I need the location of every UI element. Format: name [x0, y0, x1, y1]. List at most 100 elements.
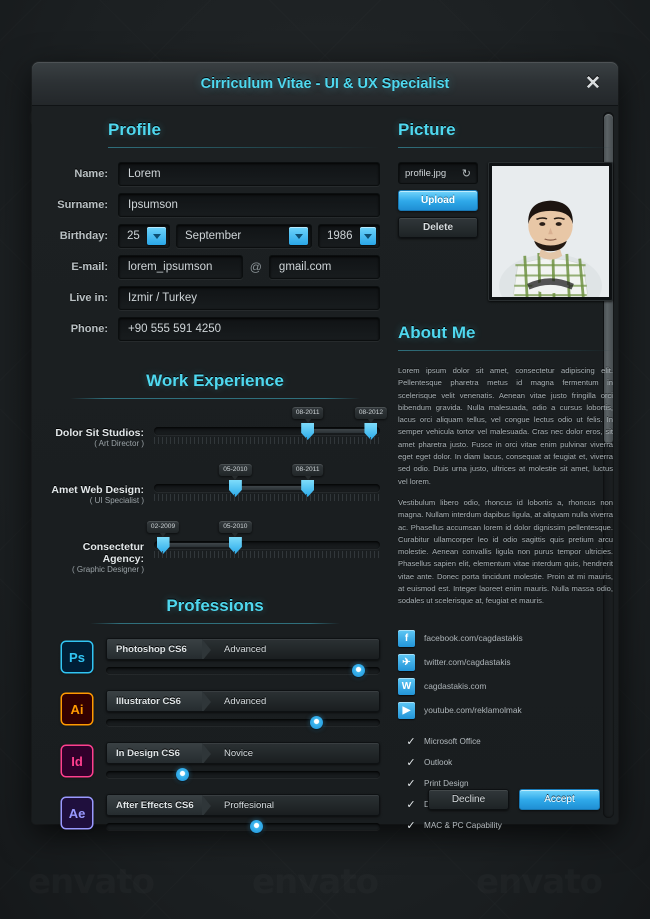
- profession-slider[interactable]: [106, 820, 380, 833]
- profession-slider-handle[interactable]: [351, 664, 365, 677]
- picture-controls: profile.jpg ↻ Upload Delete: [398, 162, 478, 301]
- filename-field[interactable]: profile.jpg ↻: [398, 162, 478, 184]
- youtube-icon[interactable]: ▶: [398, 701, 415, 719]
- twitter-icon[interactable]: ✈: [398, 653, 415, 671]
- social-link[interactable]: ✈ twitter.com/cagdastakis: [398, 653, 613, 671]
- phone-label: Phone:: [70, 323, 108, 335]
- footer-buttons: Decline Accept: [428, 789, 600, 810]
- divider: [398, 350, 613, 351]
- work-ruler: [154, 437, 380, 444]
- profession-slider[interactable]: [106, 716, 380, 729]
- profile-section: Profile Name: Lorem Surname: Ipsumson Bi…: [50, 120, 380, 341]
- profession-slider-handle[interactable]: [176, 768, 190, 781]
- window-titlebar: Cirriculum Vitae - UI & UX Specialist ✕: [32, 62, 618, 106]
- livein-input[interactable]: Izmir / Turkey: [118, 286, 380, 310]
- name-input[interactable]: Lorem: [118, 162, 380, 186]
- delete-button[interactable]: Delete: [398, 217, 478, 238]
- work-company: Amet Web Design:: [51, 484, 144, 496]
- birthday-label: Birthday:: [59, 230, 108, 242]
- background-watermark: envato: [252, 862, 378, 902]
- profile-photo-frame: [488, 162, 613, 301]
- birthday-month-select[interactable]: September: [176, 224, 312, 248]
- background-watermark: envato: [28, 862, 154, 902]
- work-row: Amet Web Design:( UI Specialist ) 05-2010…: [50, 464, 380, 505]
- work-start-tag: 02-2009: [146, 521, 180, 537]
- app-icon-abbr: Id: [71, 753, 83, 769]
- work-slider[interactable]: 08-2011 08-2012: [154, 407, 388, 444]
- close-icon[interactable]: ✕: [580, 71, 606, 97]
- field-row-phone: Phone: +90 555 591 4250: [50, 317, 380, 341]
- check-icon: ✓: [406, 777, 416, 790]
- about-section: About Me Lorem ipsum dolor sit amet, con…: [398, 323, 613, 608]
- profession-slider[interactable]: [106, 768, 380, 781]
- profession-bar: Photoshop CS6 Advanced: [106, 638, 380, 660]
- work-start-tag: 05-2010: [219, 464, 252, 480]
- skills-checklist: ✓ Microsoft Office ✓ Outlook ✓ Print Design ✓ D…: [398, 735, 613, 832]
- birthday-day-select[interactable]: 25: [118, 224, 170, 248]
- work-slider-track[interactable]: [154, 427, 380, 435]
- birthday-year-select[interactable]: 1986: [318, 224, 380, 248]
- profession-name: Photoshop CS6: [107, 639, 211, 659]
- work-rows: Dolor Sit Studios:( Art Director ) 08-201…: [50, 407, 388, 574]
- chevron-down-icon[interactable]: [289, 227, 308, 245]
- checklist-label: MAC & PC Capability: [424, 820, 502, 830]
- facebook-icon[interactable]: f: [398, 629, 415, 647]
- upload-button[interactable]: Upload: [398, 190, 478, 211]
- divider: [70, 398, 360, 399]
- work-experience-section: Work Experience Dolor Sit Studios:( Art …: [50, 371, 388, 574]
- work-end-tag: 08-2012: [354, 407, 388, 423]
- chevron-down-icon[interactable]: [147, 227, 166, 245]
- field-row-livein: Live in: Izmir / Turkey: [50, 286, 380, 310]
- profession-row: Ae After Effects CS6 Proffesional: [62, 794, 380, 833]
- professions-heading: Professions: [166, 596, 264, 615]
- work-role: ( Art Director ): [94, 439, 144, 448]
- background-watermark: envato: [476, 862, 602, 902]
- work-role: ( Graphic Designer ): [71, 565, 144, 574]
- work-slider-track[interactable]: [154, 541, 380, 549]
- about-heading: About Me: [398, 323, 476, 342]
- surname-input[interactable]: Ipsumson: [118, 193, 380, 217]
- profession-row: Ai Illustrator CS6 Advanced: [62, 690, 380, 729]
- checklist-item: ✓ Microsoft Office: [398, 735, 613, 748]
- chevron-down-icon[interactable]: [359, 227, 376, 245]
- profession-rows: Ps Photoshop CS6 Advanced Ai Illustrator CS6…: [50, 638, 380, 833]
- profession-slider-handle[interactable]: [250, 820, 264, 833]
- social-icon-glyph: ▶: [402, 704, 411, 716]
- divider: [398, 147, 613, 148]
- work-end-tag: 08-2011: [291, 464, 324, 480]
- work-slider[interactable]: 05-2010 08-2011: [154, 464, 380, 501]
- accept-button[interactable]: Accept: [519, 789, 600, 810]
- checklist-label: Print Design: [424, 778, 469, 788]
- surname-label: Surname:: [57, 199, 108, 211]
- wordpress-icon[interactable]: W: [398, 677, 415, 695]
- app-icon-abbr: Ai: [70, 701, 84, 717]
- social-link[interactable]: f facebook.com/cagdastakis: [398, 629, 613, 647]
- work-slider[interactable]: 02-2009 05-2010: [146, 521, 380, 558]
- social-label: youtube.com/reklamolmak: [424, 705, 522, 716]
- work-slider-track[interactable]: [154, 484, 380, 492]
- profession-name: In Design CS6: [107, 743, 211, 763]
- field-row-email: E-mail: lorem_ipsumson @ gmail.com: [50, 255, 380, 279]
- refresh-icon[interactable]: ↻: [462, 167, 471, 180]
- profession-slider[interactable]: [106, 664, 380, 677]
- profile-photo: [492, 166, 609, 297]
- check-icon: ✓: [406, 756, 416, 769]
- email-domain-input[interactable]: gmail.com: [268, 255, 380, 279]
- work-role: ( UI Specialist ): [89, 496, 144, 505]
- picture-controls-wrap: profile.jpg ↻ Upload Delete: [398, 162, 613, 301]
- social-link[interactable]: ▶ youtube.com/reklamolmak: [398, 701, 613, 719]
- decline-button[interactable]: Decline: [428, 789, 509, 810]
- profession-body: Illustrator CS6 Advanced: [106, 690, 380, 729]
- about-paragraph-1: Lorem ipsum dolor sit amet, consectetur …: [398, 366, 613, 486]
- social-icon-glyph: W: [401, 680, 412, 692]
- email-user-input[interactable]: lorem_ipsumson: [118, 255, 243, 279]
- filename-text: profile.jpg: [405, 167, 447, 179]
- birthday-year-value: 1986: [327, 230, 353, 242]
- social-link[interactable]: Wcagdastakis.com: [398, 677, 613, 695]
- profession-level: Advanced: [224, 643, 267, 655]
- social-icon-glyph: f: [404, 632, 409, 644]
- phone-input[interactable]: +90 555 591 4250: [118, 317, 380, 341]
- profession-slider-handle[interactable]: [310, 716, 324, 729]
- name-label: Name:: [74, 168, 108, 180]
- picture-heading: Picture: [398, 120, 456, 139]
